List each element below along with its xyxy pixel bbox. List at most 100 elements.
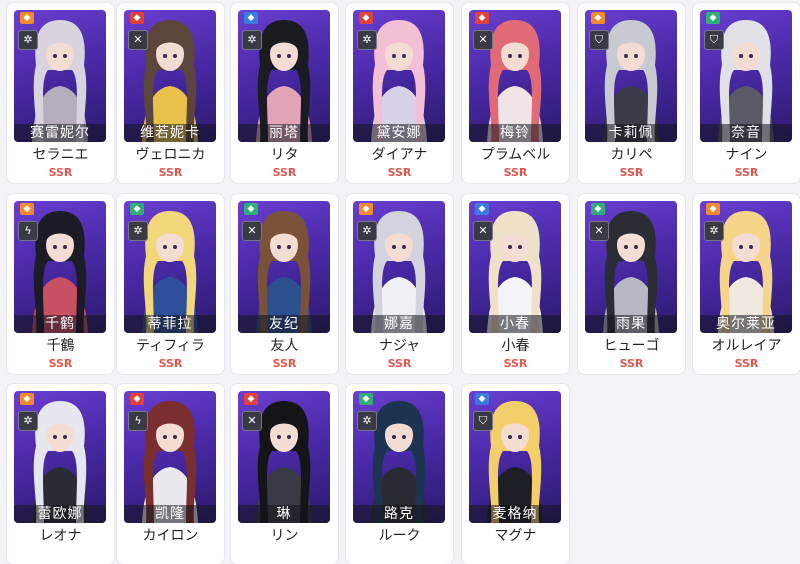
burst-badge-icon: ◆ bbox=[244, 393, 258, 405]
burst-badge-icon: ◆ bbox=[475, 393, 489, 405]
burst-badge-icon: ◆ bbox=[359, 393, 373, 405]
crossed-swords-icon: ✕ bbox=[242, 221, 262, 241]
character-card[interactable]: ◆ ✲ 蕾欧娜レオナ bbox=[7, 384, 114, 564]
character-cn-name: 维若妮卡 bbox=[124, 124, 216, 142]
rarity-label: SSR bbox=[272, 166, 297, 179]
character-cn-name: 娜嘉 bbox=[353, 315, 445, 333]
burst-badge-icon: ◆ bbox=[591, 203, 605, 215]
character-jp-name: プラムベル bbox=[480, 147, 551, 163]
character-jp-name: ヒューゴ bbox=[603, 338, 660, 354]
character-jp-name: 小春 bbox=[501, 338, 530, 354]
character-card[interactable]: ◆ ✲ 赛雷妮尔セラニエ SSR bbox=[7, 3, 114, 183]
crossed-swords-icon: ✕ bbox=[473, 221, 493, 241]
character-portrait: ◆ ✲ 赛雷妮尔 bbox=[14, 10, 106, 142]
character-jp-name: ヴェロニカ bbox=[135, 147, 206, 163]
burst-badge-icon: ◆ bbox=[475, 12, 489, 24]
character-jp-name: ナジャ bbox=[378, 338, 421, 354]
burst-badge-icon: ◆ bbox=[591, 12, 605, 24]
rarity-label: SSR bbox=[619, 166, 644, 179]
rarity-label: SSR bbox=[734, 166, 759, 179]
character-card[interactable]: ◆ ✲ 娜嘉 ナジャ SSR bbox=[346, 194, 453, 374]
character-cn-name: 路克 bbox=[353, 505, 445, 523]
character-portrait: ◆ ✕ 友纪 bbox=[238, 201, 330, 333]
burst-badge-icon: ◆ bbox=[130, 12, 144, 24]
character-cn-name: 雨果 bbox=[585, 315, 677, 333]
rarity-label: SSR bbox=[503, 166, 528, 179]
character-portrait: ◆ ϟ 凯隆 bbox=[124, 391, 216, 523]
character-cn-name: 奥尔莱亚 bbox=[700, 315, 792, 333]
character-portrait: ◆ ✲ 蒂菲拉 bbox=[124, 201, 216, 333]
character-jp-name: 友人 bbox=[270, 338, 299, 354]
character-portrait: ◆ ✲ 路克 bbox=[353, 391, 445, 523]
character-card[interactable]: ◆ ✕ 小春 小春 SSR bbox=[462, 194, 569, 374]
crossed-swords-icon: ✕ bbox=[128, 30, 148, 50]
character-portrait: ◆ ✕ 雨果 bbox=[585, 201, 677, 333]
character-cn-name: 麦格纳 bbox=[469, 505, 561, 523]
character-cn-name: 赛雷妮尔 bbox=[14, 124, 106, 142]
burst-badge-icon: ◆ bbox=[475, 203, 489, 215]
character-card[interactable]: ◆ ✕ 梅铃プラムベル SSR bbox=[462, 3, 569, 183]
character-cn-name: 梅铃 bbox=[469, 124, 561, 142]
burst-badge-icon: ◆ bbox=[130, 203, 144, 215]
character-card[interactable]: ◆ ✕ 维若妮卡ヴェロニカ SSR bbox=[117, 3, 224, 183]
character-portrait: ◆ ϟ 千鹤 bbox=[14, 201, 106, 333]
gear-icon: ✲ bbox=[242, 30, 262, 50]
shield-icon: ⛉ bbox=[589, 30, 609, 50]
character-portrait: ◆ ✲ 蕾欧娜 bbox=[14, 391, 106, 523]
character-jp-name: カイロン bbox=[142, 528, 199, 544]
gear-icon: ✲ bbox=[704, 221, 724, 241]
character-portrait: ◆ ✲ 丽塔 bbox=[238, 10, 330, 142]
character-card[interactable]: ◆ ⛉ 卡莉佩 カリペ SSR bbox=[578, 3, 685, 183]
character-cn-name: 黛安娜 bbox=[353, 124, 445, 142]
character-card[interactable]: ◆ ⛉ 麦格纳 マグナ bbox=[462, 384, 569, 564]
bolt-icon: ϟ bbox=[128, 411, 148, 431]
rarity-label: SSR bbox=[503, 357, 528, 370]
character-jp-name: ティフィラ bbox=[136, 338, 205, 354]
character-portrait: ◆ ✕ 维若妮卡 bbox=[124, 10, 216, 142]
burst-badge-icon: ◆ bbox=[20, 12, 34, 24]
character-card[interactable]: ◆ ϟ 凯隆 カイロン bbox=[117, 384, 224, 564]
character-card[interactable]: ◆ ⛉ 奈音 ナイン SSR bbox=[693, 3, 800, 183]
shield-icon: ⛉ bbox=[704, 30, 724, 50]
character-jp-name: マグナ bbox=[494, 528, 537, 544]
burst-badge-icon: ◆ bbox=[130, 393, 144, 405]
character-jp-name: セラニエ bbox=[32, 147, 89, 163]
character-card[interactable]: ◆ ✲ 奥尔莱亚 オルレイア SSR bbox=[693, 194, 800, 374]
character-cn-name: 丽塔 bbox=[238, 124, 330, 142]
character-card[interactable]: ◆ ✕ 琳リン bbox=[231, 384, 338, 564]
character-portrait: ◆ ✕ 梅铃 bbox=[469, 10, 561, 142]
character-card[interactable]: ◆ ✲ 路克ルーク bbox=[346, 384, 453, 564]
character-grid: ◆ ✲ 赛雷妮尔 セラニエ SSR ◆ ✕ 维若妮卡 ヴェロニカ SSR ◆ ✲ 丽塔 リタ SSR ◆ ✲ 黛安… bbox=[0, 0, 800, 564]
character-portrait: ◆ ✲ 娜嘉 bbox=[353, 201, 445, 333]
character-portrait: ◆ ✕ 小春 bbox=[469, 201, 561, 333]
character-cn-name: 小春 bbox=[469, 315, 561, 333]
character-jp-name: レオナ bbox=[39, 528, 82, 544]
character-card[interactable]: ◆ ϟ 千鹤 千鶴 SSR bbox=[7, 194, 114, 374]
burst-badge-icon: ◆ bbox=[706, 12, 720, 24]
character-portrait: ◆ ⛉ 奈音 bbox=[700, 10, 792, 142]
character-card[interactable]: ◆ ✕ 雨果ヒューゴ SSR bbox=[578, 194, 685, 374]
gear-icon: ✲ bbox=[18, 30, 38, 50]
character-card[interactable]: ◆ ✲ 蒂菲拉 ティフィラ SSR bbox=[117, 194, 224, 374]
rarity-label: SSR bbox=[48, 166, 73, 179]
character-cn-name: 奈音 bbox=[700, 124, 792, 142]
character-card[interactable]: ◆ ✕ 友纪 友人 SSR bbox=[231, 194, 338, 374]
rarity-label: SSR bbox=[387, 166, 412, 179]
character-portrait: ◆ ✕ 琳 bbox=[238, 391, 330, 523]
crossed-swords-icon: ✕ bbox=[473, 30, 493, 50]
gear-icon: ✲ bbox=[18, 411, 38, 431]
burst-badge-icon: ◆ bbox=[244, 203, 258, 215]
gear-icon: ✲ bbox=[357, 411, 377, 431]
gear-icon: ✲ bbox=[128, 221, 148, 241]
rarity-label: SSR bbox=[619, 357, 644, 370]
character-jp-name: 千鶴 bbox=[46, 338, 75, 354]
burst-badge-icon: ◆ bbox=[20, 203, 34, 215]
rarity-label: SSR bbox=[158, 166, 183, 179]
character-jp-name: ルーク bbox=[378, 528, 421, 544]
character-portrait: ◆ ✲ 黛安娜 bbox=[353, 10, 445, 142]
bolt-icon: ϟ bbox=[18, 221, 38, 241]
character-card[interactable]: ◆ ✲ 黛安娜 ダイアナ SSR bbox=[346, 3, 453, 183]
character-cn-name: 卡莉佩 bbox=[585, 124, 677, 142]
character-card[interactable]: ◆ ✲ 丽塔 リタ SSR bbox=[231, 3, 338, 183]
character-portrait: ◆ ⛉ 卡莉佩 bbox=[585, 10, 677, 142]
